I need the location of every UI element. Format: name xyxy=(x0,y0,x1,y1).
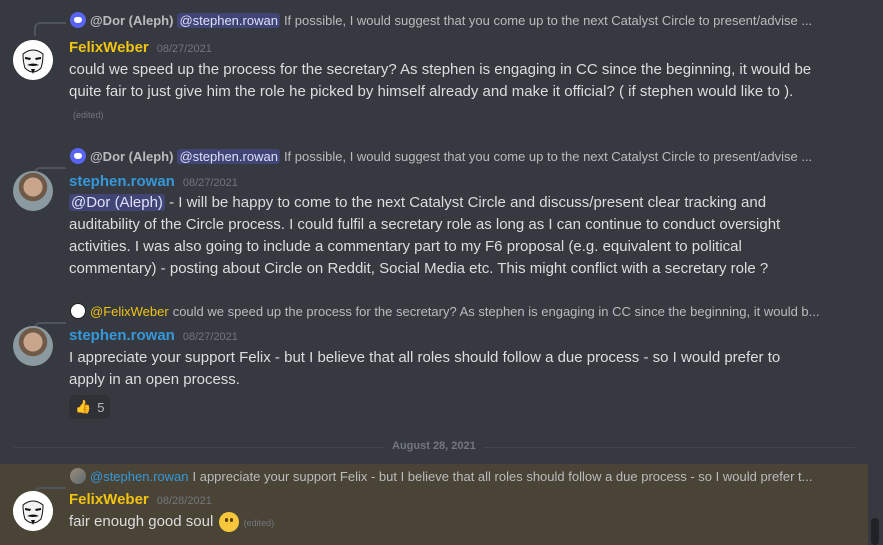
edited-label: (edited) xyxy=(243,518,275,528)
scrollbar-thumb[interactable] xyxy=(871,518,879,545)
edited-label: (edited) xyxy=(73,110,104,120)
avatar[interactable] xyxy=(13,40,53,80)
reply-author[interactable]: @stephen.rowan xyxy=(90,469,188,484)
timestamp: 08/28/2021 xyxy=(156,495,212,507)
reply-preview[interactable]: @Dor (Aleph) @stephen.rowan If possible,… xyxy=(70,10,820,30)
username[interactable]: stephen.rowan xyxy=(69,173,175,190)
timestamp: 08/27/2021 xyxy=(182,331,238,343)
username[interactable]: FelixWeber xyxy=(69,39,149,56)
reply-preview[interactable]: @Dor (Aleph) @stephen.rowan If possible,… xyxy=(70,146,820,166)
timestamp: 08/27/2021 xyxy=(156,43,212,55)
user-mention[interactable]: @Dor (Aleph) xyxy=(69,194,165,211)
reply-mention[interactable]: @stephen.rowan xyxy=(177,148,280,164)
message-text: I appreciate your support Felix - but I … xyxy=(69,349,781,388)
reply-mention[interactable]: @stephen.rowan xyxy=(177,12,280,28)
reply-text: I appreciate your support Felix - but I … xyxy=(192,468,813,484)
username[interactable]: stephen.rowan xyxy=(69,327,175,344)
reply-text: If possible, I would suggest that you co… xyxy=(283,148,813,164)
reaction-thumbsup[interactable]: 👍 5 xyxy=(69,395,111,419)
message-text: could we speed up the process for the se… xyxy=(69,61,812,100)
smile-emoji-icon xyxy=(219,512,240,533)
message-text: fair enough good soul xyxy=(69,513,214,530)
username[interactable]: FelixWeber xyxy=(69,491,149,508)
reply-text: If possible, I would suggest that you co… xyxy=(283,12,813,28)
avatar[interactable] xyxy=(13,171,53,211)
reply-author[interactable]: @Dor (Aleph) xyxy=(90,13,173,28)
mask-avatar-icon xyxy=(13,40,53,80)
avatar[interactable] xyxy=(13,491,53,531)
timestamp: 08/27/2021 xyxy=(182,177,238,189)
reply-text: could we speed up the process for the se… xyxy=(172,303,820,319)
mask-avatar-icon xyxy=(70,303,86,319)
reaction-count: 5 xyxy=(97,399,105,415)
avatar[interactable] xyxy=(13,326,53,366)
reply-author[interactable]: @FelixWeber xyxy=(90,304,169,319)
reply-author[interactable]: @Dor (Aleph) xyxy=(90,149,173,164)
discord-avatar-icon xyxy=(70,148,86,164)
reply-preview[interactable]: @FelixWeber could we speed up the proces… xyxy=(70,301,820,321)
discord-avatar-icon xyxy=(70,12,86,28)
reply-preview[interactable]: @stephen.rowan I appreciate your support… xyxy=(70,466,820,486)
reply-connector xyxy=(34,22,66,36)
mask-avatar-icon xyxy=(13,491,53,531)
photo-avatar-icon xyxy=(70,468,86,484)
date-divider-label: August 28, 2021 xyxy=(384,440,484,452)
message-text: - I will be happy to come to the next Ca… xyxy=(69,194,781,277)
thumbs-up-icon: 👍 xyxy=(75,399,92,414)
